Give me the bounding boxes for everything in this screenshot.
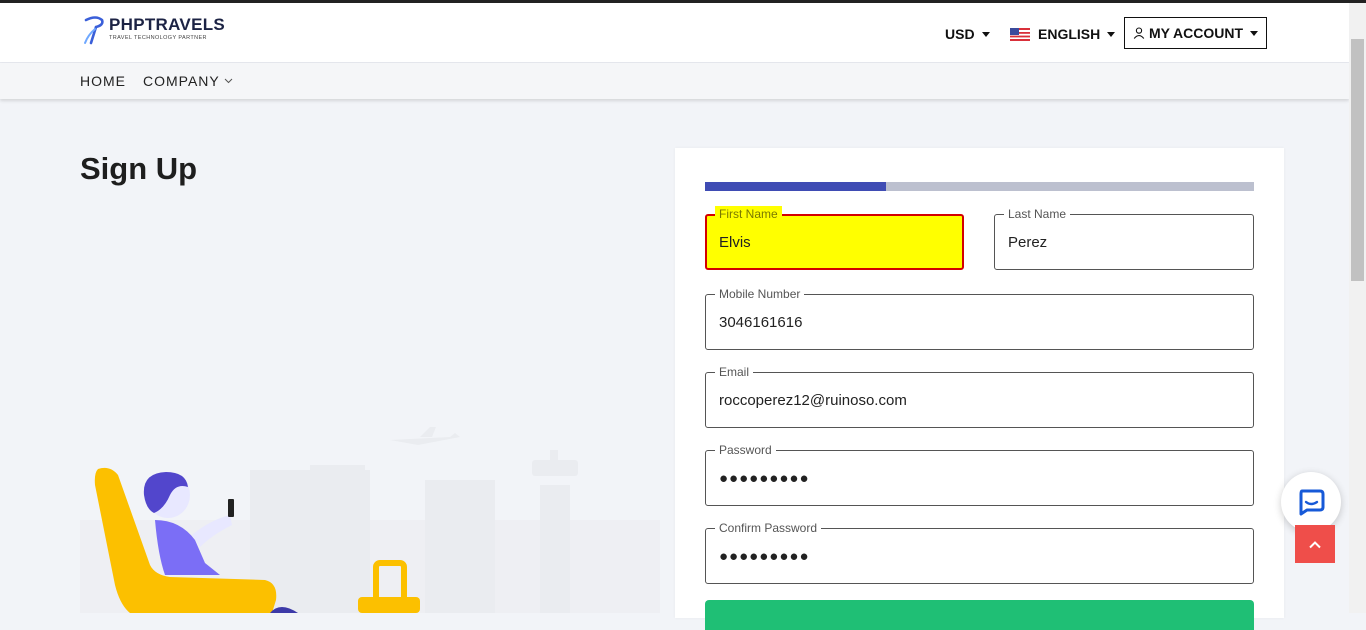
confirm-password-input[interactable] — [719, 529, 1243, 583]
currency-label: USD — [945, 26, 975, 42]
caret-down-icon — [981, 31, 990, 37]
last-name-input[interactable] — [1008, 215, 1243, 269]
email-input[interactable] — [719, 373, 1243, 427]
user-icon — [1133, 27, 1145, 39]
us-flag-icon — [1010, 27, 1030, 41]
password-input[interactable] — [719, 451, 1243, 505]
site-header: PHPTRAVELS TRAVEL TECHNOLOGY PARTNER USD… — [0, 3, 1349, 63]
first-name-field[interactable]: First Name — [705, 206, 964, 270]
nav-item-label: HOME — [80, 73, 126, 89]
nav-item-company[interactable]: COMPANY — [143, 73, 233, 89]
chevron-up-icon — [1309, 540, 1321, 548]
caret-down-icon — [1107, 31, 1116, 37]
my-account-button[interactable]: MY ACCOUNT — [1124, 17, 1267, 49]
language-label: ENGLISH — [1038, 26, 1101, 42]
site-logo[interactable]: PHPTRAVELS TRAVEL TECHNOLOGY PARTNER — [82, 16, 225, 46]
nav-item-label: COMPANY — [143, 73, 220, 89]
logo-title: PHPTRAVELS — [109, 15, 226, 34]
my-account-label: MY ACCOUNT — [1148, 25, 1244, 41]
back-to-top-button[interactable] — [1295, 525, 1335, 563]
scrollbar-thumb[interactable] — [1351, 39, 1364, 281]
language-dropdown[interactable]: ENGLISH — [1010, 26, 1116, 42]
chevron-down-icon — [224, 78, 233, 84]
email-field[interactable]: Email — [705, 364, 1254, 428]
page-scrollbar[interactable] — [1349, 3, 1366, 613]
mobile-number-input[interactable] — [719, 295, 1243, 349]
last-name-field[interactable]: Last Name — [994, 206, 1254, 270]
logo-subtitle: TRAVEL TECHNOLOGY PARTNER — [109, 35, 207, 41]
travel-illustration — [80, 427, 660, 613]
caret-down-icon — [1250, 30, 1259, 36]
phptravels-logo-icon — [84, 16, 104, 45]
signup-progress-bar — [705, 182, 1254, 191]
live-chat-button[interactable] — [1281, 472, 1341, 532]
main-nav: HOME COMPANY — [0, 63, 1349, 99]
mobile-number-field[interactable]: Mobile Number — [705, 286, 1254, 350]
first-name-input[interactable] — [719, 216, 952, 268]
currency-dropdown[interactable]: USD — [945, 26, 990, 42]
password-field[interactable]: Password — [705, 442, 1254, 506]
signup-submit-button[interactable] — [705, 600, 1254, 630]
signup-form-card: First Name Last Name Mobile Number Email… — [675, 148, 1284, 630]
chat-icon — [1299, 489, 1325, 516]
page-title: Sign Up — [80, 151, 198, 186]
signup-progress-fill — [705, 182, 887, 191]
nav-item-home[interactable]: HOME — [80, 73, 126, 89]
logo-text: PHPTRAVELS TRAVEL TECHNOLOGY PARTNER — [109, 15, 226, 42]
confirm-password-field[interactable]: Confirm Password — [705, 520, 1254, 584]
